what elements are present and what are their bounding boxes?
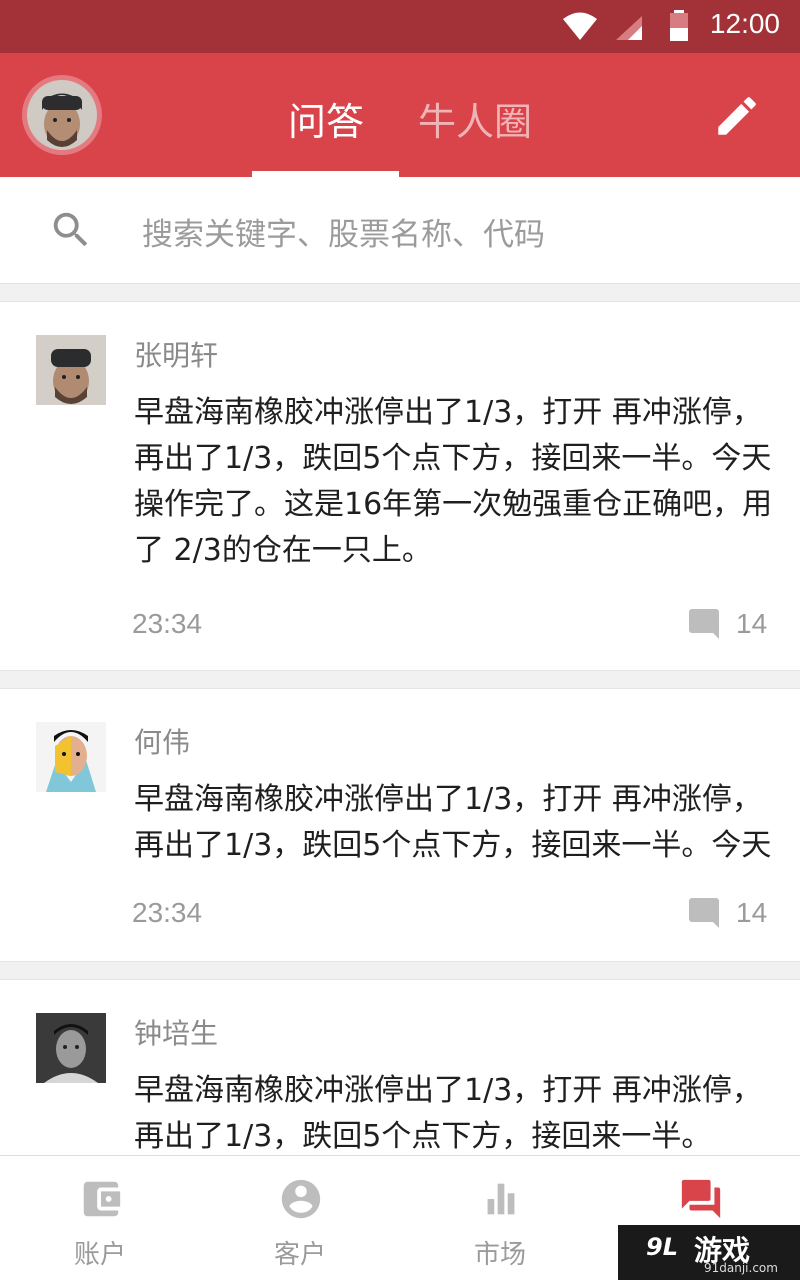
search-bar[interactable]: 搜索关键字、股票名称、代码 [0,177,800,284]
edit-button[interactable] [712,91,762,141]
wifi-icon [563,12,597,40]
post-time: 23:34 [132,608,203,639]
search-input[interactable]: 搜索关键字、股票名称、代码 [142,209,545,254]
nav-label-account: 账户 [73,1240,126,1270]
tab-expert-circle[interactable]: 牛人圈 [418,91,532,146]
comment-count: 14 [736,608,768,639]
site-watermark: 9L 游戏 91danji.com [618,1225,800,1280]
nav-item-account[interactable]: 账户 [0,1156,200,1281]
comment-count: 14 [736,897,768,928]
author-name[interactable]: 钟培生 [134,1012,218,1052]
post-card[interactable]: 张明轩 早盘海南橡胶冲涨停出了1/3，打开 再冲涨停，再出了1/3，跌回5个点下… [0,301,800,671]
status-bar: 12:00 [0,0,800,53]
post-time: 23:34 [132,897,203,928]
site-logo-icon: 9L [646,1233,678,1261]
nav-item-clients[interactable]: 客户 [200,1156,400,1281]
author-avatar[interactable] [36,1013,106,1083]
avatar-image [36,722,106,792]
cell-signal-icon [616,16,642,40]
profile-avatar[interactable] [22,75,102,155]
pencil-icon [718,97,756,135]
avatar-image [36,1013,106,1083]
post-content: 早盘海南橡胶冲涨停出了1/3，打开 再冲涨停，再出了1/3，跌回5个点下方，接回… [134,782,772,863]
nav-label-clients: 客户 [273,1240,326,1270]
comment-icon[interactable] [686,895,722,931]
nav-label-market: 市场 [473,1240,526,1270]
comment-icon[interactable] [686,606,722,642]
post-card[interactable]: 何伟 早盘海南橡胶冲涨停出了1/3，打开 再冲涨停，再出了1/3，跌回5个点下方… [0,688,800,962]
post-content: 早盘海南橡胶冲涨停出了1/3，打开 再冲涨停，再出了1/3，跌回5个点下方，接回… [134,395,773,568]
person-icon [281,1179,321,1219]
avatar-image [27,80,97,150]
battery-icon [670,10,688,41]
status-time: 12:00 [709,8,780,39]
author-avatar[interactable] [36,722,106,792]
wallet-icon [83,1181,121,1217]
forum-icon [681,1179,721,1219]
svg-text:9L: 9L [646,1233,678,1261]
search-icon [53,212,88,247]
post-content: 早盘海南橡胶冲涨停出了1/3，打开 再冲涨停，再出了1/3，跌回5个点下方，接回… [134,1073,762,1154]
avatar-image [36,335,106,405]
watermark-site: 91danji.com [704,1261,778,1275]
post-card[interactable]: 钟培生 早盘海南橡胶冲涨停出了1/3，打开 再冲涨停，再出了1/3，跌回5个点下… [0,979,800,1156]
tab-qa[interactable]: 问答 [288,91,364,146]
author-name[interactable]: 张明轩 [134,334,218,374]
app-bar: 问答 牛人圈 [0,53,800,177]
nav-item-market[interactable]: 市场 [400,1156,600,1281]
author-avatar[interactable] [36,335,106,405]
bar-chart-icon [487,1183,515,1215]
author-name[interactable]: 何伟 [134,721,190,761]
